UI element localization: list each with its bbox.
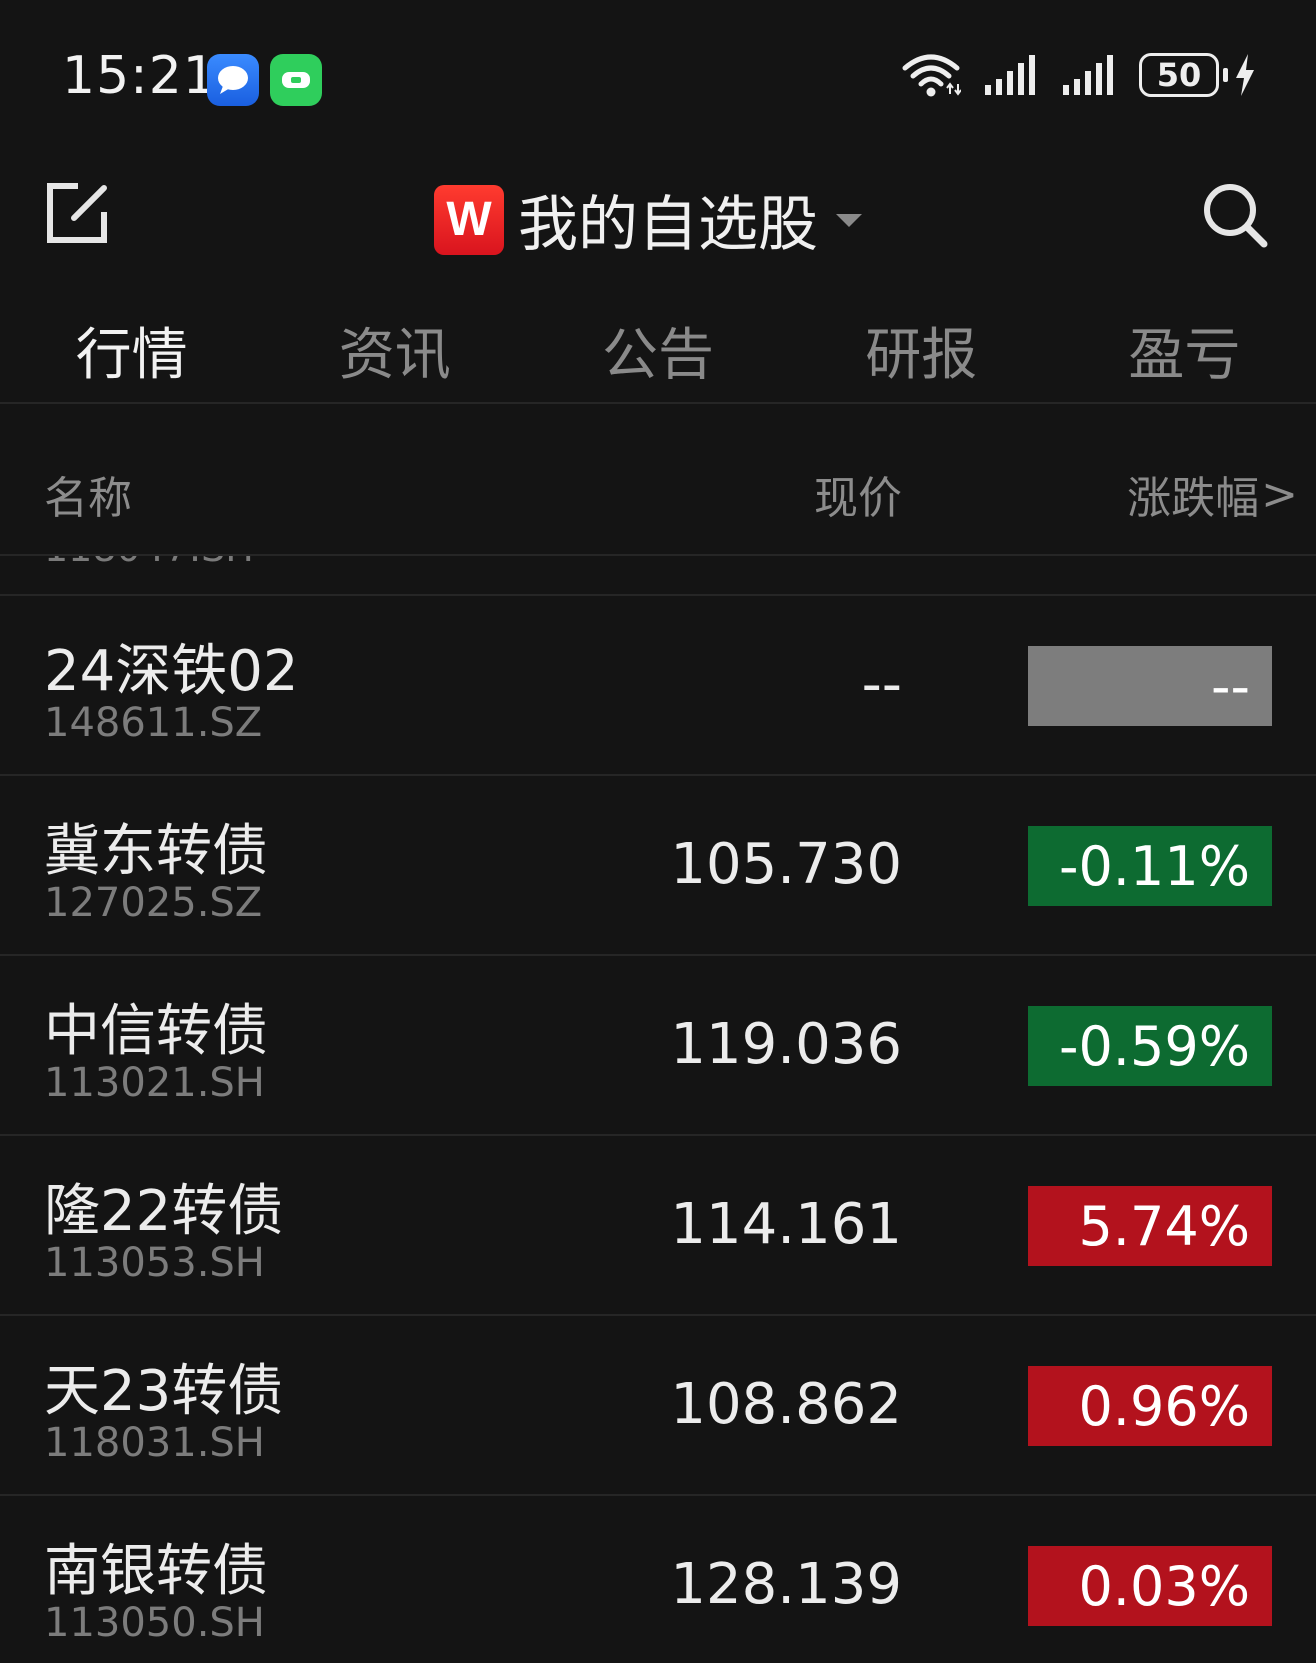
column-change: 涨跌幅	[1127, 473, 1260, 524]
bond-name: 南银转债	[44, 1539, 268, 1604]
column-name: 名称	[44, 473, 132, 524]
current-price: 128.139	[670, 1552, 902, 1617]
bond-name: 中信转债	[44, 999, 268, 1064]
column-change-sort[interactable]: 涨跌幅 >	[1127, 462, 1298, 526]
list-item-partial[interactable]: 118047.SH	[0, 556, 1316, 594]
search-icon[interactable]	[1200, 180, 1270, 250]
battery-indicator: 50	[1139, 52, 1258, 98]
change-badge[interactable]: 0.96%	[1028, 1366, 1272, 1446]
chevron-right-icon: >	[1261, 468, 1298, 520]
tab-quotes[interactable]: 行情	[0, 300, 263, 402]
bond-code: 113050.SH	[44, 1600, 265, 1646]
change-badge[interactable]: -0.59%	[1028, 1006, 1272, 1086]
tab-label: 行情	[75, 323, 188, 388]
bond-name: 隆22转债	[44, 1179, 284, 1244]
bond-code: 113053.SH	[44, 1240, 265, 1286]
change-badge[interactable]: --	[1028, 646, 1272, 726]
charging-icon	[1236, 54, 1254, 96]
current-price: 108.862	[670, 1372, 902, 1437]
app-header: W 我的自选股	[0, 150, 1316, 278]
bond-name: 冀东转债	[44, 819, 268, 884]
list-item[interactable]: 南银转债 113050.SH 128.139 0.03%	[0, 1496, 1316, 1663]
bond-name: 天23转债	[44, 1359, 284, 1424]
watchlist: 24深铁02 148611.SZ -- -- 冀东转债 127025.SZ 10…	[0, 596, 1316, 1663]
app-logo: W	[434, 184, 504, 255]
bond-name: 24深铁02	[44, 639, 299, 704]
tab-bar: 行情 资讯 公告 研报 盈亏	[0, 300, 1316, 402]
list-item[interactable]: 天23转债 118031.SH 108.862 0.96%	[0, 1316, 1316, 1496]
caret-down-icon	[836, 213, 862, 227]
bond-code: 148611.SZ	[44, 700, 263, 746]
list-item[interactable]: 冀东转债 127025.SZ 105.730 -0.11%	[0, 776, 1316, 956]
column-header: 名称 现价 涨跌幅 >	[0, 462, 1316, 525]
bond-code: 113021.SH	[44, 1060, 265, 1106]
tab-label: 盈亏	[1128, 323, 1241, 388]
change-badge[interactable]: 5.74%	[1028, 1186, 1272, 1266]
message-icon	[207, 54, 259, 106]
wifi-icon	[902, 54, 961, 97]
tab-label: 资讯	[338, 323, 451, 388]
current-price: 114.161	[670, 1192, 902, 1257]
divider	[0, 402, 1316, 404]
status-bar: 15:21 50	[0, 0, 1316, 150]
watchlist-selector[interactable]: W 我的自选股	[434, 176, 866, 263]
list-item[interactable]: 隆22转债 113053.SH 114.161 5.74%	[0, 1136, 1316, 1316]
current-price: --	[861, 652, 902, 717]
tab-label: 公告	[602, 323, 714, 388]
bond-code: 127025.SZ	[44, 880, 263, 926]
signal-icon	[985, 55, 1035, 95]
edit-icon[interactable]	[44, 178, 114, 248]
tab-announcements[interactable]: 公告	[526, 300, 789, 402]
tab-profit-loss[interactable]: 盈亏	[1053, 300, 1316, 402]
bond-code: 118047.SH	[44, 556, 254, 570]
bond-code: 118031.SH	[44, 1420, 265, 1466]
list-item[interactable]: 中信转债 113021.SH 119.036 -0.59%	[0, 956, 1316, 1136]
tab-news[interactable]: 资讯	[263, 300, 526, 402]
battery-level: 50	[1139, 53, 1219, 97]
tab-label: 研报	[865, 323, 978, 388]
current-price: 119.036	[670, 1012, 902, 1077]
change-badge[interactable]: 0.03%	[1028, 1546, 1272, 1626]
current-price: 105.730	[670, 832, 902, 897]
column-price[interactable]: 现价	[814, 462, 902, 526]
signal-icon	[1063, 55, 1113, 95]
list-item[interactable]: 24深铁02 148611.SZ -- --	[0, 596, 1316, 776]
tab-research[interactable]: 研报	[790, 300, 1053, 402]
change-badge[interactable]: -0.11%	[1028, 826, 1272, 906]
status-time: 15:21	[62, 46, 217, 106]
wechat-icon	[270, 54, 322, 106]
page-title: 我的自选股	[518, 190, 818, 260]
